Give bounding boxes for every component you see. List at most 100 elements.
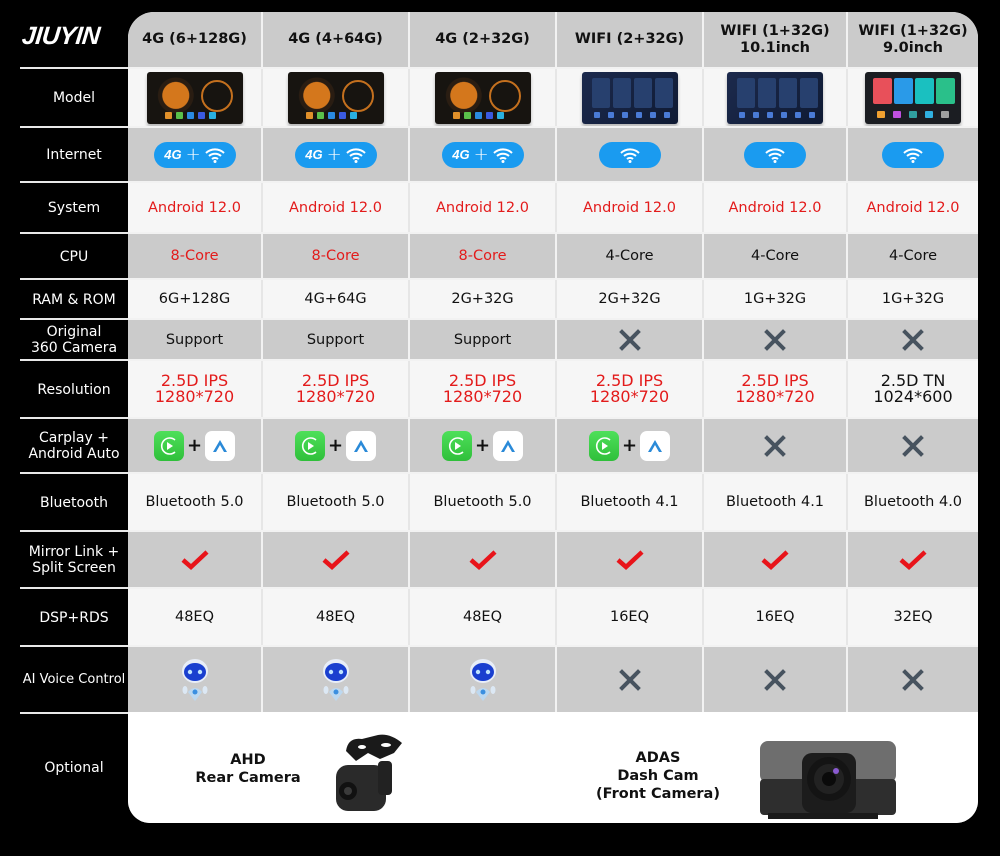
cpu-value: 8-Core	[263, 234, 410, 278]
dsp-value: 48EQ	[263, 589, 410, 645]
model-cell	[557, 69, 704, 126]
system-row: Android 12.0 Android 12.0 Android 12.0 A…	[128, 183, 978, 232]
wifi-icon	[346, 147, 366, 163]
resolution-cell: 2.5D IPS 1280*720	[704, 361, 848, 417]
pixel-resolution: 1280*720	[295, 387, 376, 406]
label-model: Model	[52, 90, 96, 106]
internet-row: 4G + 4G + 4G +	[128, 128, 978, 181]
bluetooth-value: Bluetooth 4.1	[704, 474, 848, 530]
ram-rom-value: 4G+64G	[263, 280, 410, 318]
checkmark-icon	[616, 549, 644, 570]
x-mark-icon	[618, 668, 641, 691]
resolution-cell: 2.5D IPS 1280*720	[128, 361, 263, 417]
ai-voice-cell	[557, 647, 704, 712]
ram-rom-value: 2G+32G	[410, 280, 557, 318]
column-header: WIFI (1+32G) 9.0inch	[848, 12, 978, 67]
carplay-cell	[848, 419, 978, 472]
carplay-cell	[704, 419, 848, 472]
checkmark-icon	[181, 549, 209, 570]
label-bluetooth: Bluetooth	[40, 494, 108, 511]
bluetooth-value: Bluetooth 5.0	[410, 474, 557, 530]
camera360-cell	[704, 320, 848, 359]
label-system: System	[47, 200, 101, 216]
head-unit-image	[581, 71, 678, 124]
x-mark-icon	[764, 668, 786, 691]
4g-icon: 4G	[452, 146, 470, 162]
wifi-icon	[493, 147, 513, 163]
header-line: 10.1inch	[740, 39, 810, 56]
ai-voice-row	[128, 647, 978, 712]
dsp-value: 16EQ	[557, 589, 704, 645]
label-optional: Optional	[44, 760, 104, 776]
header-row: 4G (6+128G) 4G (4+64G) 4G (2+32G) WIFI (…	[128, 12, 978, 67]
carplay-icon	[588, 430, 619, 461]
label-line: Dash Cam	[617, 768, 699, 784]
carplay-icon	[153, 430, 184, 461]
head-unit-image	[865, 71, 961, 124]
carplay-row: + + + +	[128, 419, 978, 472]
cpu-value: 4-Core	[557, 234, 704, 278]
label-carplay: Carplay + Android Auto	[20, 419, 128, 473]
head-unit-image	[434, 71, 531, 124]
wifi-icon	[619, 147, 640, 163]
x-mark-icon	[764, 434, 786, 457]
cpu-value: 4-Core	[848, 234, 978, 278]
optional-row: AHD Rear Camera ADAS Dash Cam (Front Cam…	[128, 713, 978, 823]
head-unit-image	[727, 71, 823, 124]
model-cell	[704, 69, 848, 126]
robot-assistant-icon	[322, 658, 349, 701]
ram-rom-value: 2G+32G	[557, 280, 704, 318]
model-cell	[263, 69, 410, 126]
wifi-badge	[598, 141, 661, 168]
wifi-icon	[765, 147, 785, 163]
label-internet: Internet	[46, 147, 102, 163]
header-line: 9.0inch	[883, 39, 943, 56]
plus-sign: +	[474, 434, 491, 456]
robot-assistant-icon	[181, 658, 208, 701]
carplay-cell: +	[557, 419, 704, 472]
ai-voice-cell	[128, 647, 263, 712]
pixel-resolution: 1280*720	[735, 387, 815, 406]
camera360-value: Support	[410, 320, 557, 359]
column-header: 4G (2+32G)	[410, 12, 557, 67]
header-line: WIFI (1+32G)	[720, 22, 830, 39]
resolution-cell: 2.5D IPS 1280*720	[557, 361, 704, 417]
bluetooth-value: Bluetooth 4.0	[848, 474, 978, 530]
plus-sign: +	[186, 434, 203, 456]
4g-icon: 4G	[305, 146, 323, 162]
mirror-link-cell	[410, 532, 557, 587]
dsp-value: 32EQ	[848, 589, 978, 645]
wifi-badge	[882, 141, 944, 168]
carplay-icon	[294, 430, 325, 461]
checkmark-icon	[469, 549, 497, 570]
head-unit-image	[287, 71, 384, 124]
label-line: AHD	[230, 752, 266, 768]
header-line: WIFI (1+32G)	[858, 22, 968, 39]
dash-cam-image	[760, 741, 896, 819]
4g-wifi-badge: 4G +	[153, 141, 236, 168]
mirror-link-row	[128, 532, 978, 587]
label-cpu: CPU	[59, 248, 89, 265]
pixel-resolution: 1280*720	[154, 387, 235, 406]
ai-voice-cell	[848, 647, 978, 712]
pixel-resolution: 1280*720	[589, 387, 670, 406]
android-auto-icon	[205, 430, 236, 461]
system-value: Android 12.0	[263, 183, 410, 232]
label-resolution: Resolution	[37, 381, 111, 398]
x-mark-icon	[902, 328, 924, 351]
plus-sign: +	[185, 143, 201, 165]
ai-voice-cell	[410, 647, 557, 712]
row-labels: Model Internet System CPU RAM & ROM Orig…	[20, 12, 128, 823]
4g-wifi-badge: 4G +	[441, 141, 524, 168]
label-line: Mirror Link +	[28, 544, 120, 560]
mirror-link-cell	[557, 532, 704, 587]
plus-sign: +	[473, 143, 489, 165]
resolution-cell: 2.5D TN 1024*600	[848, 361, 978, 417]
label-line: ADAS	[635, 750, 681, 766]
dsp-value: 48EQ	[410, 589, 557, 645]
checkmark-icon	[322, 549, 350, 570]
dsp-value: 16EQ	[704, 589, 848, 645]
checkmark-icon	[899, 549, 927, 570]
carplay-cell: +	[410, 419, 557, 472]
4g-wifi-badge: 4G +	[294, 141, 377, 168]
